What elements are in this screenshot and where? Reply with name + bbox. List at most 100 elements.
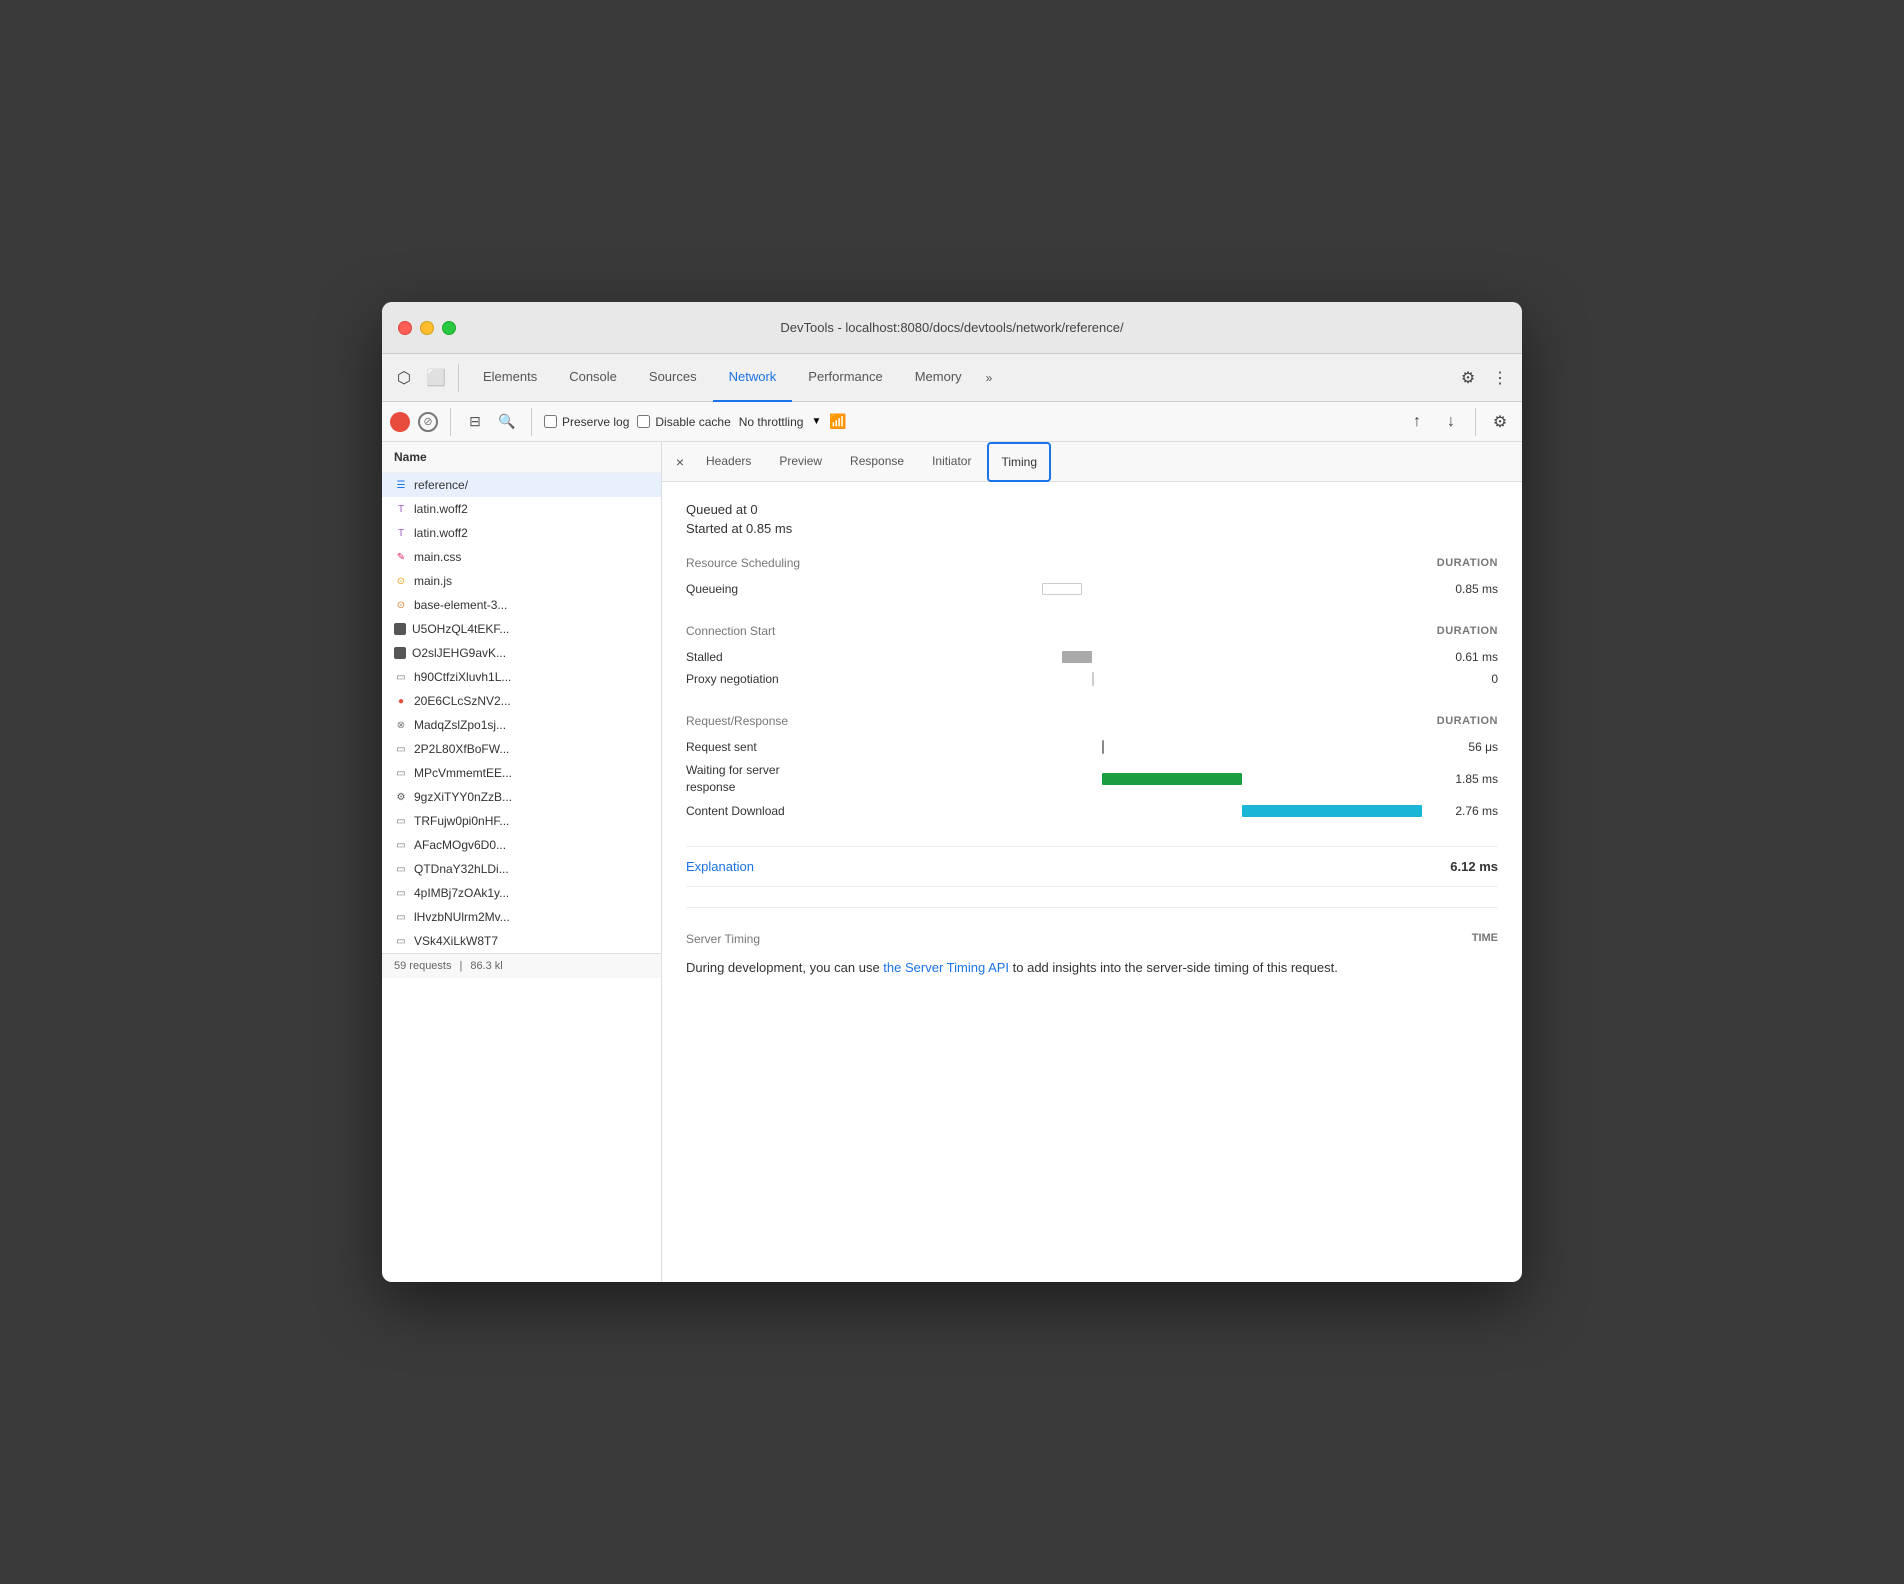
wifi-icon: 📶: [829, 413, 846, 430]
tab-headers[interactable]: Headers: [694, 442, 763, 482]
proxy-label: Proxy negotiation: [686, 672, 886, 686]
waiting-duration: 1.85 ms: [1418, 772, 1498, 786]
sidebar-item-afac[interactable]: ▭ AFacMOgv6D0...: [382, 833, 661, 857]
download-duration: 2.76 ms: [1438, 804, 1498, 818]
sidebar-item-main-css[interactable]: ✎ main.css: [382, 545, 661, 569]
tab-sources[interactable]: Sources: [633, 354, 713, 402]
sidebar-footer: 59 requests | 86.3 kl: [382, 953, 661, 978]
sidebar-item-9gz[interactable]: ⚙ 9gzXiTYY0nZzB...: [382, 785, 661, 809]
img-file-icon-2: [394, 647, 406, 659]
gray7-file-icon: ▭: [394, 862, 408, 876]
sidebar-item-o2s[interactable]: O2slJEHG9avK...: [382, 641, 661, 665]
filter-icon[interactable]: ⊟: [463, 410, 487, 434]
queueing-duration: 0.85 ms: [1418, 582, 1498, 596]
proxy-bar-wrapper: [902, 672, 1402, 686]
close-button[interactable]: [398, 321, 412, 335]
sidebar-item-main-js[interactable]: ⊙ main.js: [382, 569, 661, 593]
sidebar-item-base-element[interactable]: ⊙ base-element-3...: [382, 593, 661, 617]
js-file-icon: ⊙: [394, 574, 408, 588]
sidebar-item-latin-woff2-2[interactable]: T latin.woff2: [382, 521, 661, 545]
tab-console[interactable]: Console: [553, 354, 633, 402]
disable-cache-checkbox[interactable]: [637, 415, 650, 428]
sidebar-item-trf[interactable]: ▭ TRFujw0pi0nHF...: [382, 809, 661, 833]
request-response-header: Request/Response DURATION: [686, 714, 1498, 728]
traffic-lights: [398, 321, 456, 335]
stalled-bar-wrapper: [902, 650, 1402, 664]
tab-bar: Elements Console Sources Network Perform…: [467, 354, 1450, 402]
gray2-file-icon: ⊗: [394, 718, 408, 732]
request-response-title: Request/Response: [686, 714, 788, 728]
minimize-button[interactable]: [420, 321, 434, 335]
sidebar-header: Name: [382, 442, 661, 473]
resource-scheduling-title: Resource Scheduling: [686, 556, 800, 570]
close-detail-button[interactable]: ×: [670, 452, 690, 472]
font-file-icon: T: [394, 502, 408, 516]
sidebar-item-name: VSk4XiLkW8T7: [414, 934, 498, 948]
sidebar-item-mpcv[interactable]: ▭ MPcVmmemtEE...: [382, 761, 661, 785]
total-duration: 6.12 ms: [1450, 859, 1498, 874]
sidebar-item-20e[interactable]: ● 20E6CLcSzNV2...: [382, 689, 661, 713]
timing-row-stalled: Stalled 0.61 ms: [686, 646, 1498, 668]
server-timing-api-link[interactable]: the Server Timing API: [883, 960, 1009, 975]
preserve-log-label[interactable]: Preserve log: [544, 415, 629, 429]
sidebar-item-u5o[interactable]: U5OHzQL4tEKF...: [382, 617, 661, 641]
maximize-button[interactable]: [442, 321, 456, 335]
toolbar-divider-2: [450, 408, 451, 436]
more-tabs-button[interactable]: »: [978, 371, 1001, 385]
queueing-bar: [1042, 583, 1082, 595]
explanation-link[interactable]: Explanation: [686, 859, 754, 874]
record-button[interactable]: [390, 412, 410, 432]
export-har-icon[interactable]: ↓: [1437, 408, 1465, 436]
throttle-dropdown-icon[interactable]: ▼: [811, 416, 821, 427]
tab-memory[interactable]: Memory: [899, 354, 978, 402]
disable-cache-label[interactable]: Disable cache: [637, 415, 730, 429]
tab-elements[interactable]: Elements: [467, 354, 553, 402]
request-response-section: Request/Response DURATION Request sent 5…: [686, 714, 1498, 822]
network-settings-icon[interactable]: ⚙: [1486, 408, 1514, 436]
connection-start-header: Connection Start DURATION: [686, 624, 1498, 638]
gear2-file-icon: ⚙: [394, 790, 408, 804]
gray5-file-icon: ▭: [394, 814, 408, 828]
settings-gear-icon[interactable]: ⚙: [1454, 364, 1482, 392]
tab-preview[interactable]: Preview: [767, 442, 834, 482]
detail-panel: × Headers Preview Response Initiator Tim…: [662, 442, 1522, 1282]
sidebar-item-name: MPcVmmemtEE...: [414, 766, 512, 780]
waiting-bar: [1102, 773, 1242, 785]
clear-button[interactable]: ⊘: [418, 412, 438, 432]
tab-performance[interactable]: Performance: [792, 354, 898, 402]
detail-tabs: × Headers Preview Response Initiator Tim…: [662, 442, 1522, 482]
timing-meta: Queued at 0 Started at 0.85 ms: [686, 502, 1498, 536]
import-har-icon[interactable]: ↑: [1403, 408, 1431, 436]
tab-initiator[interactable]: Initiator: [920, 442, 983, 482]
sidebar-item-qtd[interactable]: ▭ QTDnaY32hLDi...: [382, 857, 661, 881]
more-options-icon[interactable]: ⋮: [1486, 364, 1514, 392]
timing-row-download: Content Download 2.76 ms: [686, 800, 1498, 822]
resource-scheduling-section: Resource Scheduling DURATION Queueing 0.…: [686, 556, 1498, 600]
stalled-bar: [1062, 651, 1092, 663]
sidebar-item-madq[interactable]: ⊗ MadqZslZpo1sj...: [382, 713, 661, 737]
cursor-icon[interactable]: ⬡: [390, 364, 418, 392]
connection-start-title: Connection Start: [686, 624, 775, 638]
request-sent-bar: [1102, 740, 1104, 754]
sidebar-item-vsk[interactable]: ▭ VSk4XiLkW8T7: [382, 929, 661, 953]
tab-response[interactable]: Response: [838, 442, 916, 482]
font-file-icon-2: T: [394, 526, 408, 540]
sidebar-item-latin-woff2-1[interactable]: T latin.woff2: [382, 497, 661, 521]
tab-network[interactable]: Network: [713, 354, 793, 402]
tab-timing[interactable]: Timing: [987, 442, 1051, 482]
titlebar: DevTools - localhost:8080/docs/devtools/…: [382, 302, 1522, 354]
request-response-duration-label: DURATION: [1437, 715, 1498, 727]
sidebar-item-2p2l[interactable]: ▭ 2P2L80XfBoFW...: [382, 737, 661, 761]
download-bar-wrapper: [902, 804, 1422, 818]
sidebar-item-reference[interactable]: ☰ reference/: [382, 473, 661, 497]
search-icon[interactable]: 🔍: [495, 410, 519, 434]
sidebar-item-name: 20E6CLcSzNV2...: [414, 694, 511, 708]
server-timing-time-label: TIME: [1472, 932, 1498, 946]
sidebar-item-h90[interactable]: ▭ h90CtfziXluvh1L...: [382, 665, 661, 689]
gray6-file-icon: ▭: [394, 838, 408, 852]
request-sent-bar-area: [886, 740, 1418, 754]
device-icon[interactable]: ⬜: [422, 364, 450, 392]
sidebar-item-ihv[interactable]: ▭ lHvzbNUlrm2Mv...: [382, 905, 661, 929]
preserve-log-checkbox[interactable]: [544, 415, 557, 428]
sidebar-item-4pi[interactable]: ▭ 4pIMBj7zOAk1y...: [382, 881, 661, 905]
